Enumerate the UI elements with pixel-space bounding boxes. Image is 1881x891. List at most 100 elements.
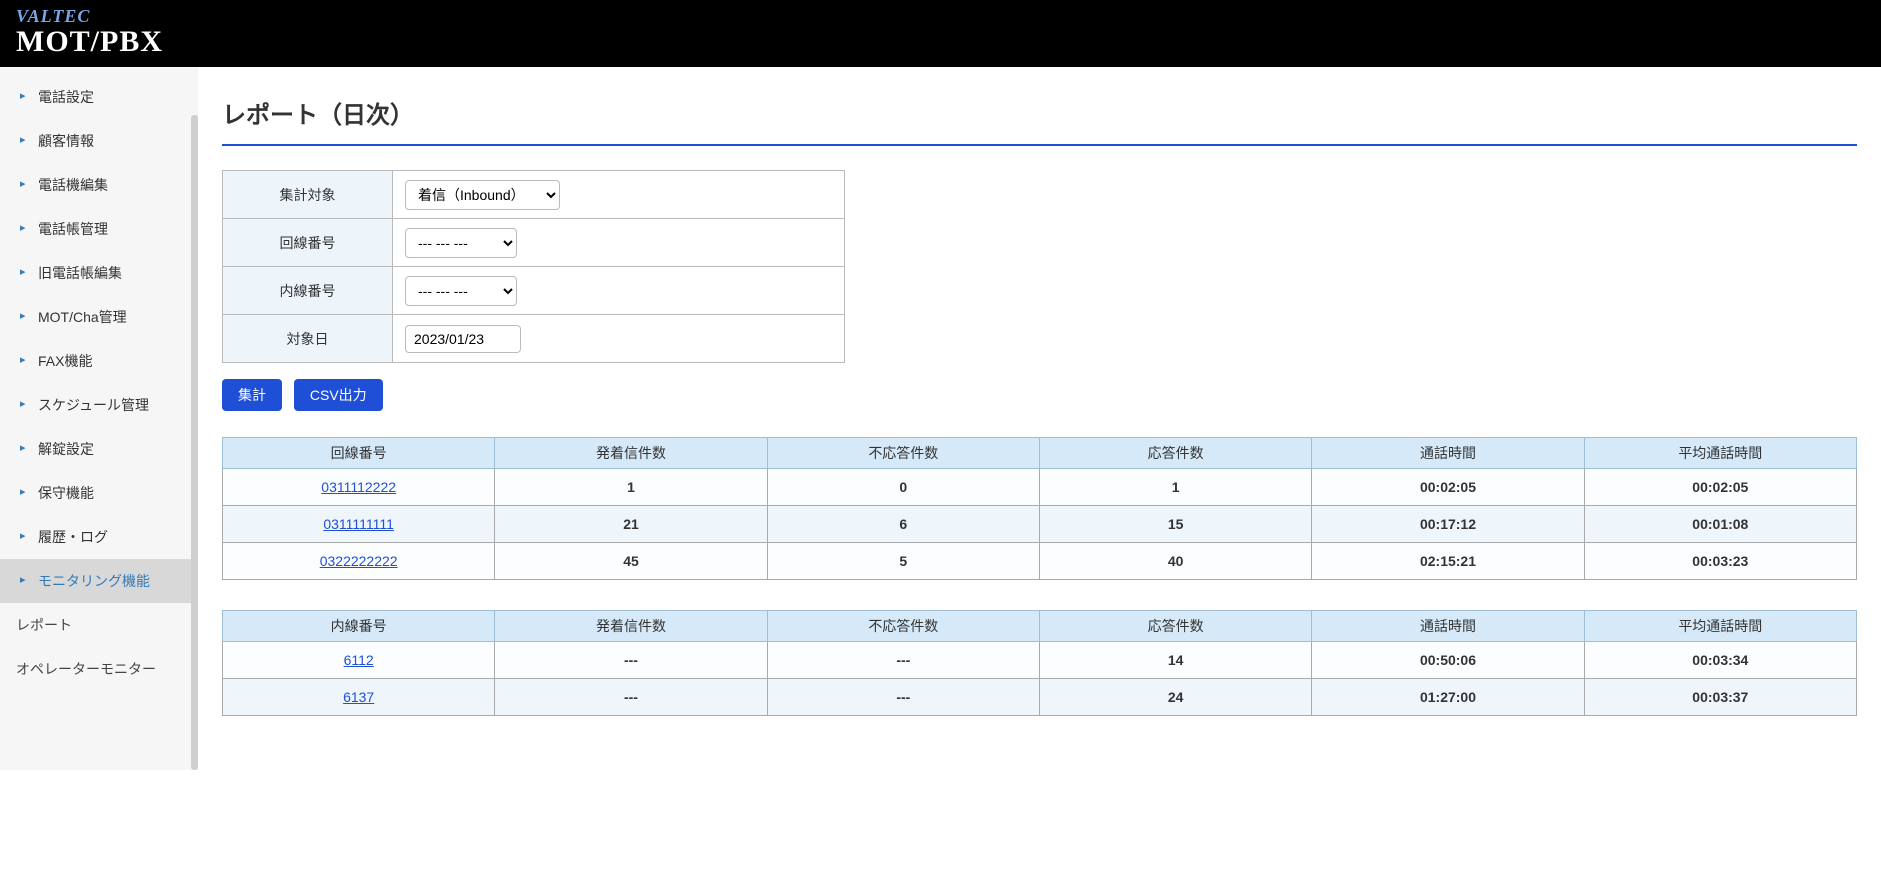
sidebar-item-fax[interactable]: FAX機能 bbox=[0, 339, 198, 383]
ext-th-calls: 発着信件数 bbox=[495, 611, 767, 642]
sidebar-item-history-log[interactable]: 履歴・ログ bbox=[0, 515, 198, 559]
ext-th-number: 内線番号 bbox=[223, 611, 495, 642]
line-number-cell: 0322222222 bbox=[223, 543, 495, 580]
line-th-avg: 平均通話時間 bbox=[1584, 438, 1856, 469]
sidebar-sub-report[interactable]: レポート bbox=[0, 603, 198, 647]
sidebar-item-customer-info[interactable]: 顧客情報 bbox=[0, 119, 198, 163]
sidebar: 電話設定 顧客情報 電話機編集 電話帳管理 旧電話帳編集 MOT/Cha管理 F… bbox=[0, 67, 198, 770]
sidebar-item-label: MOT/Cha管理 bbox=[38, 309, 127, 325]
table-cell: 0 bbox=[767, 469, 1039, 506]
ext-number-link[interactable]: 6112 bbox=[344, 652, 374, 668]
table-cell: 00:02:05 bbox=[1584, 469, 1856, 506]
line-th-number: 回線番号 bbox=[223, 438, 495, 469]
brand-motpbx: MOT/PBX bbox=[16, 25, 1865, 59]
line-th-talk: 通話時間 bbox=[1312, 438, 1584, 469]
ext-th-answer: 応答件数 bbox=[1039, 611, 1311, 642]
filter-target-select[interactable]: 着信（Inbound） bbox=[405, 180, 560, 210]
sidebar-item-label: モニタリング機能 bbox=[38, 573, 150, 589]
table-cell: --- bbox=[767, 679, 1039, 716]
filter-table: 集計対象 着信（Inbound） 回線番号 --- --- --- 内線番号 bbox=[222, 170, 845, 363]
sidebar-item-label: 解錠設定 bbox=[38, 441, 94, 457]
table-row: 6137------2401:27:0000:03:37 bbox=[223, 679, 1857, 716]
line-table: 回線番号 発着信件数 不応答件数 応答件数 通話時間 平均通話時間 031111… bbox=[222, 437, 1857, 580]
sidebar-item-maintenance[interactable]: 保守機能 bbox=[0, 471, 198, 515]
ext-number-cell: 6112 bbox=[223, 642, 495, 679]
button-row: 集計 CSV出力 bbox=[222, 379, 1857, 411]
filter-ext-label: 内線番号 bbox=[223, 267, 393, 315]
sidebar-sub-label: オペレーターモニター bbox=[16, 661, 156, 677]
sidebar-sub-label: レポート bbox=[16, 617, 72, 633]
table-cell: 00:02:05 bbox=[1312, 469, 1584, 506]
filter-date-label: 対象日 bbox=[223, 315, 393, 363]
sidebar-item-phone-settings[interactable]: 電話設定 bbox=[0, 75, 198, 119]
ext-table: 内線番号 発着信件数 不応答件数 応答件数 通話時間 平均通話時間 6112 --… bbox=[222, 610, 1857, 716]
brand-valtec: VALTEC bbox=[16, 6, 1865, 27]
app-header: VALTEC MOT/PBX bbox=[0, 0, 1881, 67]
table-row: 6112------1400:50:0600:03:34 bbox=[223, 642, 1857, 679]
filter-ext-select[interactable]: --- --- --- bbox=[405, 276, 517, 306]
ext-th-talk: 通話時間 bbox=[1312, 611, 1584, 642]
table-cell: 40 bbox=[1039, 543, 1311, 580]
ext-th-noanswer: 不応答件数 bbox=[767, 611, 1039, 642]
page-title: レポート（日次） bbox=[222, 95, 1857, 130]
sidebar-item-old-phonebook-edit[interactable]: 旧電話帳編集 bbox=[0, 251, 198, 295]
table-cell: 00:01:08 bbox=[1584, 506, 1856, 543]
sidebar-item-label: 顧客情報 bbox=[38, 133, 94, 149]
filter-line-select[interactable]: --- --- --- bbox=[405, 228, 517, 258]
filter-date-input[interactable] bbox=[405, 325, 521, 353]
sidebar-item-label: スケジュール管理 bbox=[38, 397, 149, 413]
sidebar-item-label: FAX機能 bbox=[38, 353, 92, 369]
sidebar-item-phone-edit[interactable]: 電話機編集 bbox=[0, 163, 198, 207]
main-content: レポート（日次） 集計対象 着信（Inbound） 回線番号 --- --- -… bbox=[198, 67, 1881, 770]
table-row: 0311111111 2161500:17:1200:01:08 bbox=[223, 506, 1857, 543]
filter-line-label: 回線番号 bbox=[223, 219, 393, 267]
line-number-link[interactable]: 0311112222 bbox=[321, 479, 396, 495]
sidebar-item-label: 保守機能 bbox=[38, 485, 94, 501]
ext-th-avg: 平均通話時間 bbox=[1584, 611, 1856, 642]
table-cell: 6 bbox=[767, 506, 1039, 543]
table-cell: --- bbox=[767, 642, 1039, 679]
table-cell: 21 bbox=[495, 506, 767, 543]
table-cell: 00:03:23 bbox=[1584, 543, 1856, 580]
table-cell: --- bbox=[495, 642, 767, 679]
table-cell: 5 bbox=[767, 543, 1039, 580]
table-row: 0322222222 4554002:15:2100:03:23 bbox=[223, 543, 1857, 580]
table-cell: 00:03:34 bbox=[1584, 642, 1856, 679]
line-number-link[interactable]: 0311111111 bbox=[323, 516, 394, 532]
sidebar-scrollbar[interactable] bbox=[191, 115, 198, 770]
sidebar-item-phonebook-mgmt[interactable]: 電話帳管理 bbox=[0, 207, 198, 251]
line-th-answer: 応答件数 bbox=[1039, 438, 1311, 469]
sidebar-item-label: 電話帳管理 bbox=[38, 221, 108, 237]
sidebar-item-label: 履歴・ログ bbox=[38, 529, 108, 545]
sidebar-item-monitoring[interactable]: モニタリング機能 bbox=[0, 559, 198, 603]
filter-target-label: 集計対象 bbox=[223, 171, 393, 219]
sidebar-item-label: 電話機編集 bbox=[38, 177, 108, 193]
line-number-link[interactable]: 0322222222 bbox=[320, 553, 398, 569]
sidebar-item-label: 電話設定 bbox=[38, 89, 94, 105]
sidebar-item-label: 旧電話帳編集 bbox=[38, 265, 122, 281]
line-number-cell: 0311112222 bbox=[223, 469, 495, 506]
sidebar-item-schedule[interactable]: スケジュール管理 bbox=[0, 383, 198, 427]
csv-export-button[interactable]: CSV出力 bbox=[294, 379, 383, 411]
title-rule bbox=[222, 144, 1857, 146]
aggregate-button[interactable]: 集計 bbox=[222, 379, 282, 411]
line-th-calls: 発着信件数 bbox=[495, 438, 767, 469]
sidebar-item-motcha-mgmt[interactable]: MOT/Cha管理 bbox=[0, 295, 198, 339]
table-cell: 24 bbox=[1039, 679, 1311, 716]
line-th-noanswer: 不応答件数 bbox=[767, 438, 1039, 469]
sidebar-item-unlock-settings[interactable]: 解錠設定 bbox=[0, 427, 198, 471]
table-cell: 02:15:21 bbox=[1312, 543, 1584, 580]
table-cell: 1 bbox=[1039, 469, 1311, 506]
table-cell: 00:50:06 bbox=[1312, 642, 1584, 679]
sidebar-sub-operator-monitor[interactable]: オペレーターモニター bbox=[0, 647, 198, 691]
table-cell: 14 bbox=[1039, 642, 1311, 679]
table-cell: 00:17:12 bbox=[1312, 506, 1584, 543]
table-cell: 45 bbox=[495, 543, 767, 580]
ext-number-cell: 6137 bbox=[223, 679, 495, 716]
table-cell: --- bbox=[495, 679, 767, 716]
table-cell: 15 bbox=[1039, 506, 1311, 543]
table-row: 031111222210100:02:0500:02:05 bbox=[223, 469, 1857, 506]
table-cell: 01:27:00 bbox=[1312, 679, 1584, 716]
table-cell: 00:03:37 bbox=[1584, 679, 1856, 716]
ext-number-link[interactable]: 6137 bbox=[343, 689, 374, 705]
